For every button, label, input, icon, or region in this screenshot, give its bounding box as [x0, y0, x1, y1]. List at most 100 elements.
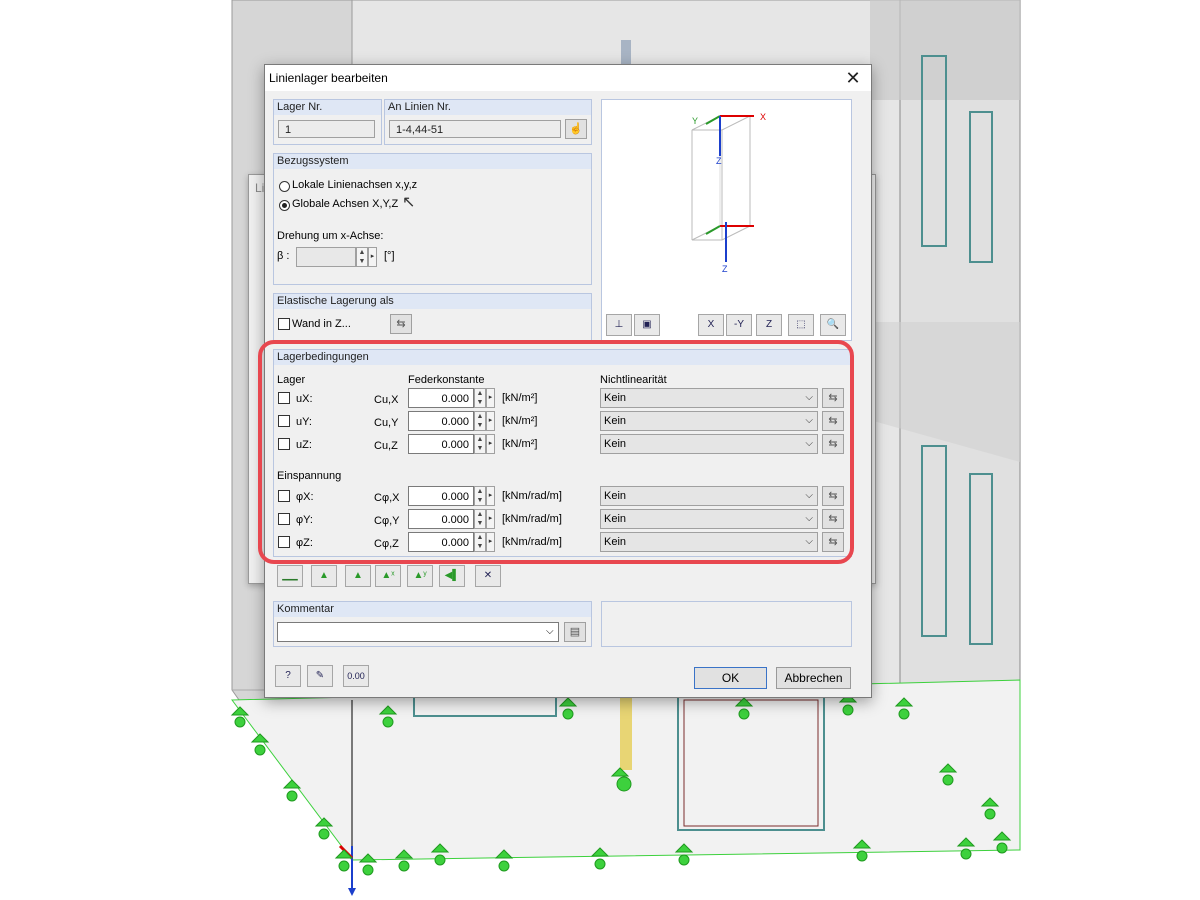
ux-nonlin-edit-button[interactable]: ⇆ [822, 388, 844, 408]
ux-nonlin-select[interactable]: Kein ⌵ [600, 388, 818, 408]
cancel-button[interactable]: Abbrechen [776, 667, 851, 689]
phiy-checkbox[interactable] [278, 513, 290, 525]
edit-icon[interactable]: ✎ [307, 665, 333, 687]
lokale-achsen-label[interactable]: Lokale Linienachsen x,y,z [292, 179, 417, 191]
radio-globale-achsen[interactable] [279, 200, 290, 211]
row-uz: uZ: Cu,Z 0.000 ▲ ▼ ▸ [kN/m²] Kein ⌵ ⇆ [274, 434, 851, 457]
uy-checkbox[interactable] [278, 415, 290, 427]
cux-arrow-button[interactable]: ▸ [486, 388, 495, 408]
cuy-input[interactable]: 0.000 [408, 411, 474, 431]
model-z-arrowhead [348, 888, 356, 896]
globale-achsen-label[interactable]: Globale Achsen X,Y,Z [292, 198, 398, 210]
wand-checkbox[interactable] [278, 318, 290, 330]
support-x-icon[interactable]: ▲ˣ [375, 565, 401, 587]
beta-label: β : [277, 250, 290, 262]
wand-settings-button[interactable]: ⇆ [390, 314, 412, 334]
chevron-down-icon: ⌵ [805, 415, 813, 426]
support-hinged-icon[interactable]: ▁▁ [277, 565, 303, 587]
an-linien-field[interactable]: 1-4,44-51 [389, 120, 561, 138]
cphiy-unit: [kNm/rad/m] [502, 513, 562, 525]
cphiy-spinner[interactable]: ▲ ▼ [474, 509, 486, 529]
linienlager-dialog: Linienlager bearbeiten ✕ Lager Nr. 1 An … [264, 64, 872, 698]
chevron-down-icon: ⌵ [805, 536, 813, 547]
kommentar-input[interactable] [277, 622, 559, 642]
preview-axis-z: Z [716, 156, 722, 166]
beta-unit: [°] [384, 250, 395, 262]
column-top [621, 40, 631, 64]
wand-label[interactable]: Wand in Z... [292, 318, 351, 330]
cphix-input[interactable]: 0.000 [408, 486, 474, 506]
lagerbedingungen-label: Lagerbedingungen [277, 351, 369, 363]
uz-nonlin-select[interactable]: Kein ⌵ [600, 434, 818, 454]
view-minus-y-button[interactable]: -Y [726, 314, 752, 336]
view-x-label: X [707, 319, 715, 330]
cphix-unit: [kNm/rad/m] [502, 490, 562, 502]
cuy-arrow-button[interactable]: ▸ [486, 411, 495, 431]
chevron-down-icon[interactable]: ⌵ [546, 626, 554, 637]
close-icon[interactable]: ✕ [841, 67, 865, 89]
lagerbedingungen-group: Lagerbedingungen Lager Federkonstante Ni… [273, 349, 852, 557]
ux-label: uX: [296, 393, 313, 405]
support-wall-icon[interactable]: ◀▌ [439, 565, 465, 587]
beta-spinner[interactable]: ▲ ▼ [356, 247, 368, 267]
kommentar-group: Kommentar ⌵ ▤ [273, 601, 592, 647]
col-lager: Lager [277, 374, 306, 386]
pick-lines-button[interactable]: ☝ [565, 119, 587, 139]
lager-nr-field[interactable]: 1 [278, 120, 375, 138]
cuz-arrow-button[interactable]: ▸ [486, 434, 495, 454]
support-free-icon[interactable]: ✕ [475, 565, 501, 587]
cphiz-spinner[interactable]: ▲ ▼ [474, 532, 486, 552]
view-x-button[interactable]: X [698, 314, 724, 336]
phiy-nonlin-edit-button[interactable]: ⇆ [822, 509, 844, 529]
ok-button[interactable]: OK [694, 667, 767, 689]
cuz-input[interactable]: 0.000 [408, 434, 474, 454]
beta-arrow-button[interactable]: ▸ [368, 247, 377, 267]
ux-checkbox[interactable] [278, 392, 290, 404]
uy-nonlin-select[interactable]: Kein ⌵ [600, 411, 818, 431]
column [620, 690, 632, 770]
cphix-arrow-button[interactable]: ▸ [486, 486, 495, 506]
cux-label: Cu,X [374, 394, 399, 406]
cphix-label: Cφ,X [374, 492, 400, 504]
cphiz-input[interactable]: 0.000 [408, 532, 474, 552]
phix-checkbox[interactable] [278, 490, 290, 502]
phiz-nonlin-edit-button[interactable]: ⇆ [822, 532, 844, 552]
cphiy-label: Cφ,Y [374, 515, 400, 527]
phix-nonlin-select[interactable]: Kein ⌵ [600, 486, 818, 506]
support-sliding-icon[interactable]: ▲ [345, 565, 371, 587]
zoom-icon[interactable]: 🔍 [820, 314, 846, 336]
help-icon[interactable]: ? [275, 665, 301, 687]
phiz-nonlin-select[interactable]: Kein ⌵ [600, 532, 818, 552]
title-bar[interactable]: Linienlager bearbeiten ✕ [265, 65, 871, 91]
cuz-spinner[interactable]: ▲ ▼ [474, 434, 486, 454]
cux-input[interactable]: 0.000 [408, 388, 474, 408]
support-y-icon[interactable]: ▲ʸ [407, 565, 433, 587]
uy-nonlin-edit-button[interactable]: ⇆ [822, 411, 844, 431]
uz-nonlin-edit-button[interactable]: ⇆ [822, 434, 844, 454]
lagerbedingungen-header: Lagerbedingungen [274, 350, 850, 365]
radio-lokale-achsen[interactable] [279, 181, 290, 192]
phiz-checkbox[interactable] [278, 536, 290, 548]
cphix-spinner[interactable]: ▲ ▼ [474, 486, 486, 506]
phix-nonlin-edit-button[interactable]: ⇆ [822, 486, 844, 506]
uz-checkbox[interactable] [278, 438, 290, 450]
chevron-down-icon: ⌵ [805, 513, 813, 524]
phiy-nonlin-select[interactable]: Kein ⌵ [600, 509, 818, 529]
view-iso-icon[interactable]: ⬚ [788, 314, 814, 336]
view-z-button[interactable]: Z [756, 314, 782, 336]
values-icon[interactable]: 0.00 [343, 665, 369, 687]
row-phix: φX: Cφ,X 0.000 ▲ ▼ ▸ [kNm/rad/m] Kein ⌵ ⇆ [274, 486, 851, 509]
view-axes-button[interactable]: ⊥ [606, 314, 632, 336]
cux-spinner[interactable]: ▲ ▼ [474, 388, 486, 408]
cphiy-input[interactable]: 0.000 [408, 509, 474, 529]
cphiy-arrow-button[interactable]: ▸ [486, 509, 495, 529]
cphiz-arrow-button[interactable]: ▸ [486, 532, 495, 552]
kommentar-library-button[interactable]: ▤ [564, 622, 586, 642]
view-render-button[interactable]: ▣ [634, 314, 660, 336]
row-phiz: φZ: Cφ,Z 0.000 ▲ ▼ ▸ [kNm/rad/m] Kein ⌵ ⇆ [274, 532, 851, 555]
support-fixed-icon[interactable]: ▲ [311, 565, 337, 587]
cuy-spinner[interactable]: ▲ ▼ [474, 411, 486, 431]
col-nichtlinearitaet: Nichtlinearität [600, 374, 667, 386]
preview-axis-x: X [760, 112, 766, 122]
beta-input[interactable] [296, 247, 356, 267]
